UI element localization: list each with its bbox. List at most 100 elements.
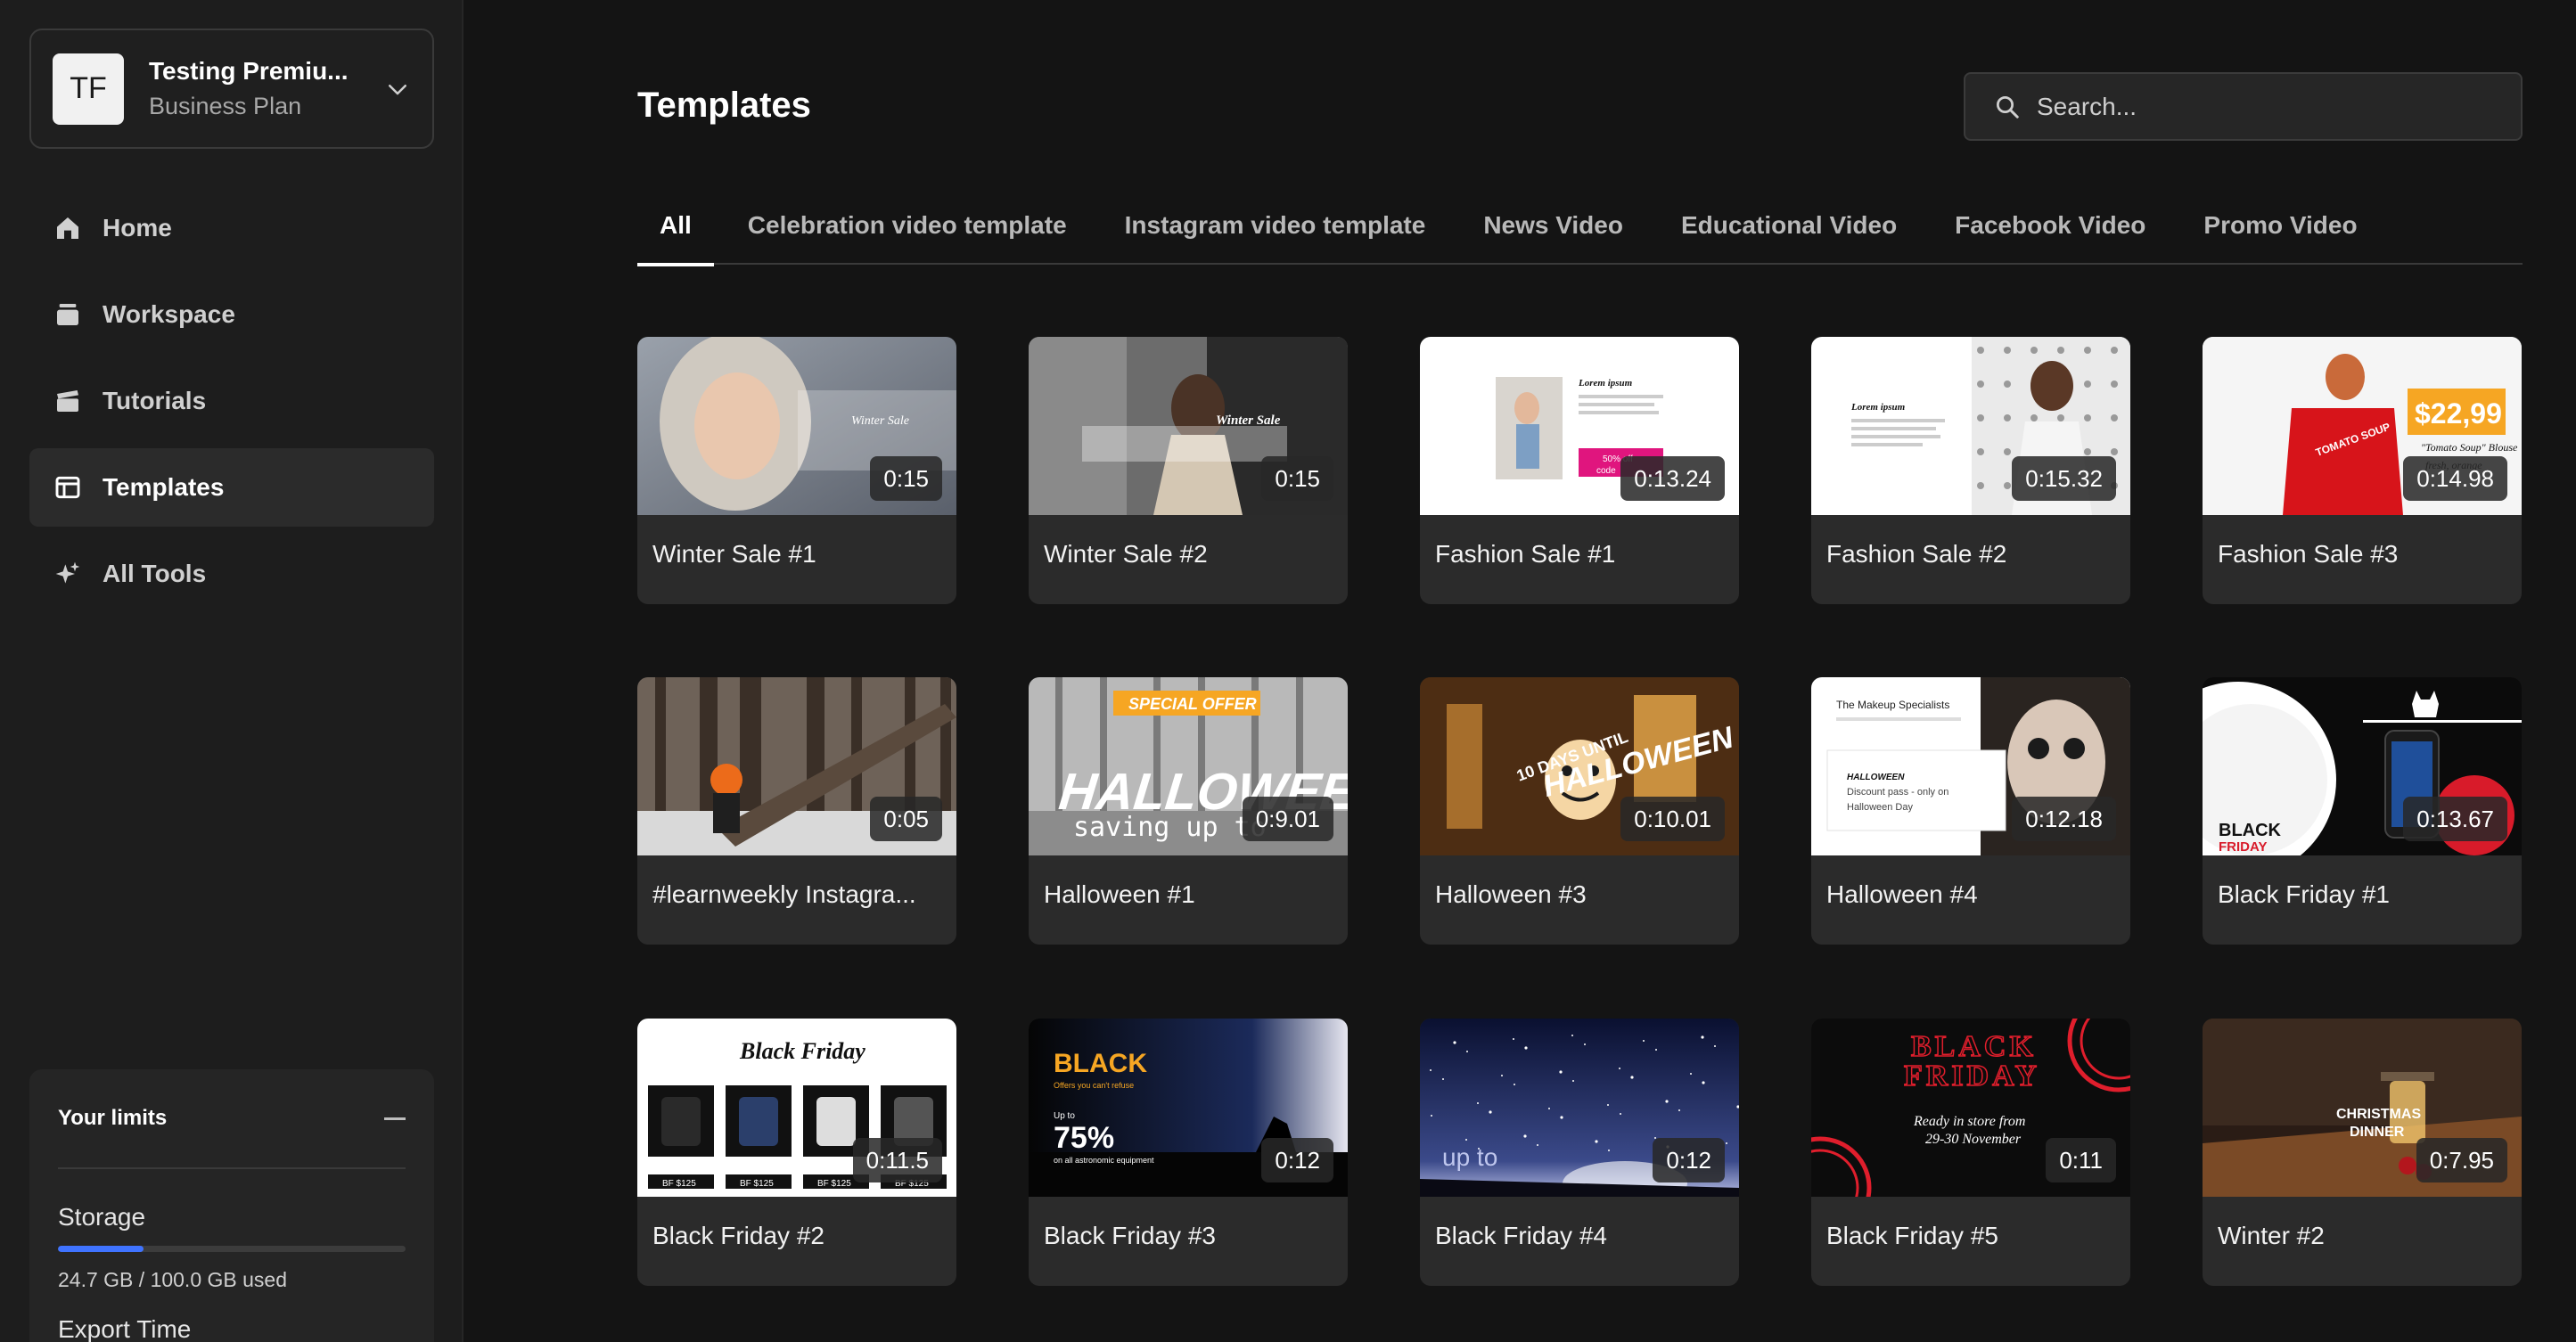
svg-text:Lorem ipsum: Lorem ipsum xyxy=(1850,402,1906,413)
template-thumbnail: CHRISTMAS DINNER 0:7.95 xyxy=(2203,1019,2522,1197)
sidebar-item-label: Workspace xyxy=(103,300,235,328)
template-card[interactable]: BLACK FRIDAY 0:13.67 Black Friday #1 xyxy=(2203,677,2522,945)
template-title: Black Friday #3 xyxy=(1044,1222,1216,1249)
clapperboard-icon xyxy=(53,386,83,416)
template-title: Winter Sale #1 xyxy=(652,540,816,568)
tab-news[interactable]: News Video xyxy=(1459,200,1647,265)
sidebar-item-tutorials[interactable]: Tutorials xyxy=(29,362,434,440)
template-card[interactable]: 10 DAYS UNTIL HALLOWEEN 0:10.01 Halloween … xyxy=(1420,677,1739,945)
duration-badge: 0:12.18 xyxy=(2012,797,2116,841)
template-title: Black Friday #4 xyxy=(1435,1222,1607,1249)
workspace-avatar: TF xyxy=(53,53,124,125)
duration-badge: 0:7.95 xyxy=(2416,1138,2507,1182)
duration-badge: 0:13.67 xyxy=(2403,797,2507,841)
svg-text:FRIDAY: FRIDAY xyxy=(1904,1060,2040,1092)
workspace-switcher[interactable]: TF Testing Premiu... Business Plan xyxy=(29,29,434,149)
sidebar-nav: Home Workspace Tutorials Templates All T… xyxy=(29,189,434,621)
export-time-label: Export Time xyxy=(58,1315,192,1342)
svg-text:Ready in store from: Ready in store from xyxy=(1913,1114,2025,1129)
collapse-icon[interactable] xyxy=(384,1117,406,1120)
storage-progress-fill xyxy=(58,1246,144,1252)
workspace-name: Testing Premiu... xyxy=(149,57,349,85)
category-tabs: All Celebration video template Instagram… xyxy=(637,200,2523,266)
template-card[interactable]: The Makeup Specialists HALLOWEEN Discoun… xyxy=(1811,677,2130,945)
template-thumbnail: 10 DAYS UNTIL HALLOWEEN 0:10.01 xyxy=(1420,677,1739,855)
tab-promo[interactable]: Promo Video xyxy=(2179,200,2381,265)
storage-usage: 24.7 GB / 100.0 GB used xyxy=(58,1268,288,1291)
template-card[interactable]: TOMATO SOUP $22,99 "Tomato Soup" Blouse … xyxy=(2203,337,2522,604)
svg-text:code: code xyxy=(1596,466,1616,476)
search-box[interactable] xyxy=(1964,72,2523,141)
svg-text:BF $125: BF $125 xyxy=(740,1179,774,1189)
templates-icon xyxy=(53,472,83,503)
template-title: Fashion Sale #3 xyxy=(2218,540,2399,568)
svg-text:BLACK: BLACK xyxy=(2219,821,2282,840)
template-title: Halloween #3 xyxy=(1435,880,1587,908)
template-title: Fashion Sale #1 xyxy=(1435,540,1616,568)
template-thumbnail: BLACK FRIDAY 0:13.67 xyxy=(2203,677,2522,855)
svg-text:"Tomato Soup" Blouse: "Tomato Soup" Blouse xyxy=(2421,441,2518,454)
template-title: Halloween #1 xyxy=(1044,880,1195,908)
template-card[interactable]: Winter Sale 0:15 Winter Sale #1 xyxy=(637,337,956,604)
sidebar-item-label: Home xyxy=(103,214,172,241)
template-card[interactable]: SPECIAL OFFER HALLOWEEN saving up to 0:9.… xyxy=(1029,677,1348,945)
limits-title: Your limits xyxy=(58,1106,168,1130)
tab-instagram[interactable]: Instagram video template xyxy=(1101,200,1450,265)
template-thumbnail: BLACK Offers you can't refuse Up to 75% … xyxy=(1029,1019,1348,1197)
svg-text:Offers you can't refuse: Offers you can't refuse xyxy=(1054,1081,1134,1090)
template-thumbnail: Lorem ipsum 50% off code 0:13.24 xyxy=(1420,337,1739,515)
template-card[interactable]: Black Friday BF $125 BF $125 BF $125 BF … xyxy=(637,1019,956,1286)
svg-text:Up to: Up to xyxy=(1054,1111,1075,1121)
tab-celebration[interactable]: Celebration video template xyxy=(724,200,1091,265)
search-icon xyxy=(1997,95,2019,119)
template-card[interactable]: CHRISTMAS DINNER 0:7.95 Winter #2 xyxy=(2203,1019,2522,1286)
svg-text:on all astronomic equipment: on all astronomic equipment xyxy=(1054,1156,1154,1165)
template-card[interactable]: BLACK Offers you can't refuse Up to 75% … xyxy=(1029,1019,1348,1286)
template-thumbnail: TOMATO SOUP $22,99 "Tomato Soup" Blouse … xyxy=(2203,337,2522,515)
template-card[interactable]: BLACK FRIDAY Ready in store from 29-30 N… xyxy=(1811,1019,2130,1286)
sidebar-item-templates[interactable]: Templates xyxy=(29,448,434,527)
template-card[interactable]: Lorem ipsum 0:15.32 Fashion Sale #2 xyxy=(1811,337,2130,604)
duration-badge: 0:05 xyxy=(870,797,942,841)
sidebar-item-label: All Tools xyxy=(103,560,207,587)
svg-text:Lorem ipsum: Lorem ipsum xyxy=(1578,378,1633,389)
template-thumbnail: Winter Sale 0:15 xyxy=(1029,337,1348,515)
svg-text:BF $125: BF $125 xyxy=(662,1179,696,1189)
svg-text:$22,99: $22,99 xyxy=(2415,397,2502,430)
tab-educational[interactable]: Educational Video xyxy=(1657,200,1921,265)
svg-text:DINNER: DINNER xyxy=(2350,1125,2405,1140)
svg-text:Winter Sale: Winter Sale xyxy=(851,414,909,428)
svg-text:BF $125: BF $125 xyxy=(817,1179,851,1189)
sidebar-item-workspace[interactable]: Workspace xyxy=(29,275,434,354)
template-card[interactable]: up to 0:12 Black Friday #4 xyxy=(1420,1019,1739,1286)
svg-text:SPECIAL OFFER: SPECIAL OFFER xyxy=(1128,695,1257,713)
template-title: Black Friday #1 xyxy=(2218,880,2390,908)
template-title: Halloween #4 xyxy=(1826,880,1978,908)
svg-text:BLACK: BLACK xyxy=(1911,1030,2037,1063)
duration-badge: 0:11 xyxy=(2046,1138,2116,1182)
template-card[interactable]: Winter Sale 0:15 Winter Sale #2 xyxy=(1029,337,1348,604)
template-thumbnail: The Makeup Specialists HALLOWEEN Discoun… xyxy=(1811,677,2130,855)
template-thumbnail: Black Friday BF $125 BF $125 BF $125 BF … xyxy=(637,1019,956,1197)
storage-progress-bar xyxy=(58,1246,406,1252)
template-card[interactable]: 0:05 #learnweekly Instagra... xyxy=(637,677,956,945)
template-title: Fashion Sale #2 xyxy=(1826,540,2007,568)
workspace-icon xyxy=(53,299,83,330)
search-input[interactable] xyxy=(2037,79,2521,134)
sidebar-item-home[interactable]: Home xyxy=(29,189,434,267)
template-thumbnail: 0:05 xyxy=(637,677,956,855)
template-card[interactable]: Lorem ipsum 50% off code 0:13.24 Fashion S… xyxy=(1420,337,1739,604)
storage-label: Storage xyxy=(58,1203,146,1231)
duration-badge: 0:12 xyxy=(1261,1138,1333,1182)
tab-all[interactable]: All xyxy=(637,200,714,266)
template-thumbnail: BLACK FRIDAY Ready in store from 29-30 N… xyxy=(1811,1019,2130,1197)
tab-facebook[interactable]: Facebook Video xyxy=(1931,200,2170,265)
duration-badge: 0:9.01 xyxy=(1242,797,1333,841)
duration-badge: 0:14.98 xyxy=(2403,456,2507,501)
home-icon xyxy=(53,213,83,243)
storage-total: 100.0 GB used xyxy=(150,1268,288,1291)
svg-text:BLACK: BLACK xyxy=(1054,1049,1147,1078)
sidebar-item-all-tools[interactable]: All Tools xyxy=(29,535,434,613)
duration-badge: 0:13.24 xyxy=(1620,456,1725,501)
svg-text:Discount pass - only on: Discount pass - only on xyxy=(1847,787,1948,798)
